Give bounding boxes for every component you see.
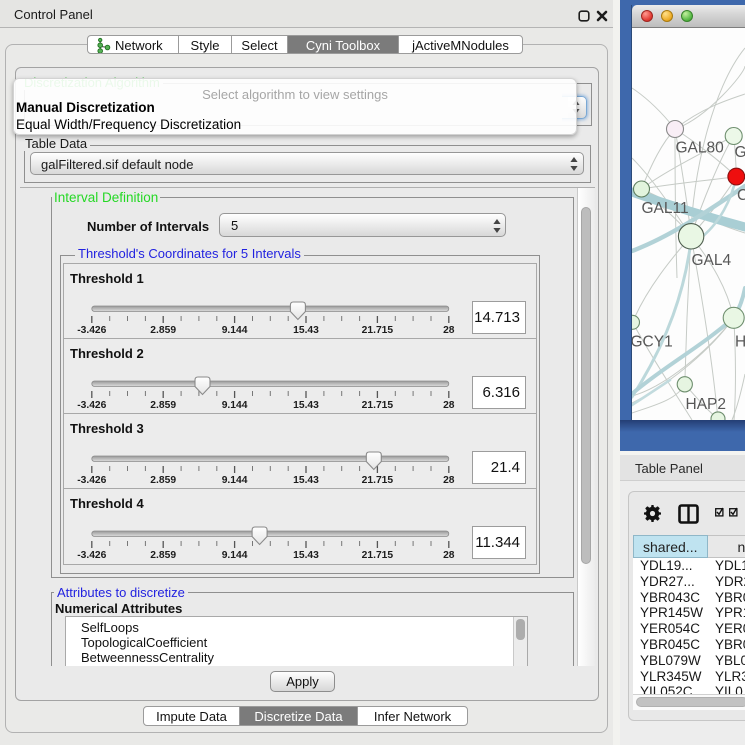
svg-text:GAL80: GAL80: [676, 140, 725, 157]
svg-text:15.43: 15.43: [293, 400, 319, 411]
svg-text:2.859: 2.859: [150, 400, 176, 411]
svg-text:21.715: 21.715: [362, 550, 394, 561]
svg-text:-3.426: -3.426: [77, 400, 106, 411]
svg-text:9.144: 9.144: [222, 400, 248, 411]
svg-text:HAP2: HAP2: [686, 396, 727, 413]
svg-text:-3.426: -3.426: [77, 325, 106, 336]
svg-text:15.43: 15.43: [293, 475, 319, 486]
svg-text:-3.426: -3.426: [77, 550, 106, 561]
svg-text:28: 28: [443, 400, 455, 411]
svg-text:2.859: 2.859: [150, 475, 176, 486]
svg-text:GA: GA: [735, 144, 745, 161]
svg-text:GCY1: GCY1: [632, 334, 673, 351]
svg-text:GAL11: GAL11: [642, 200, 689, 217]
svg-text:21.715: 21.715: [362, 475, 394, 486]
svg-text:C: C: [737, 187, 745, 204]
svg-text:9.144: 9.144: [222, 550, 248, 561]
svg-text:H: H: [735, 334, 745, 351]
svg-text:21.715: 21.715: [362, 400, 394, 411]
svg-text:28: 28: [443, 325, 455, 336]
svg-text:-3.426: -3.426: [77, 475, 106, 486]
svg-text:2.859: 2.859: [150, 325, 176, 336]
svg-text:15.43: 15.43: [293, 325, 319, 336]
svg-text:28: 28: [443, 550, 455, 561]
svg-text:GAL4: GAL4: [692, 252, 732, 269]
svg-text:21.715: 21.715: [362, 325, 394, 336]
svg-text:2.859: 2.859: [150, 550, 176, 561]
svg-text:15.43: 15.43: [293, 550, 319, 561]
svg-text:28: 28: [443, 475, 455, 486]
svg-text:9.144: 9.144: [222, 325, 248, 336]
svg-text:9.144: 9.144: [222, 475, 248, 486]
